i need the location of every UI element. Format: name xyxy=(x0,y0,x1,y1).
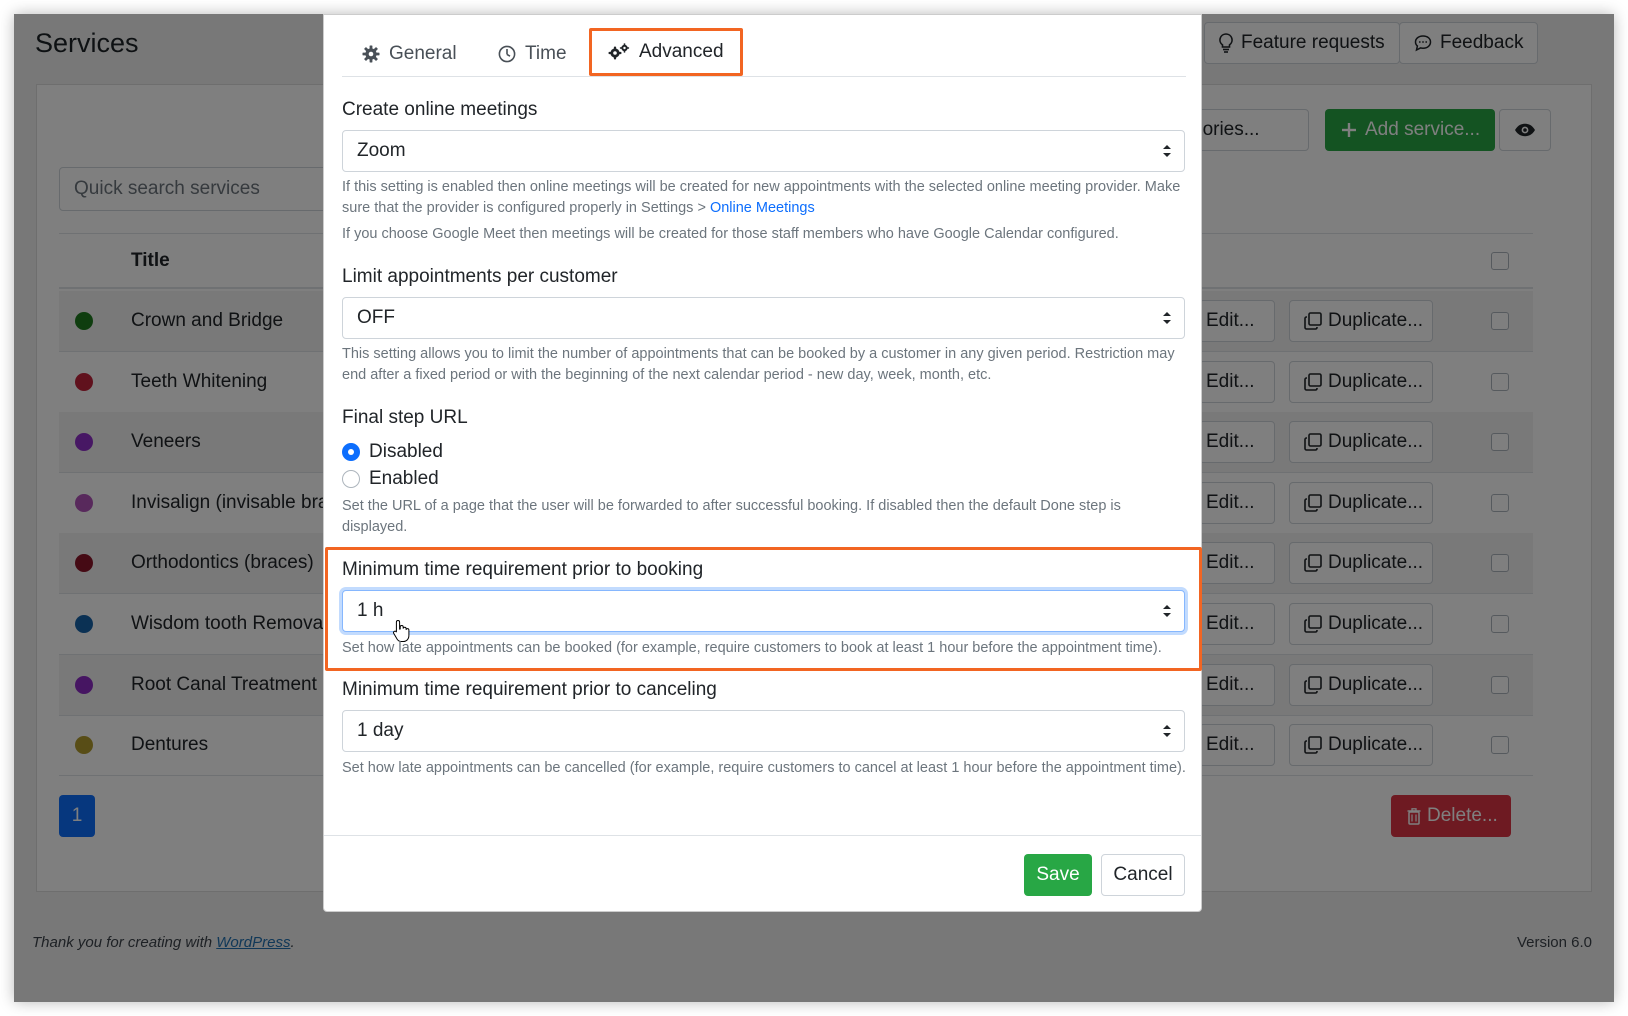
modal-tabs: General Time Advanced xyxy=(342,28,1186,77)
select-arrows-icon xyxy=(1163,605,1171,617)
online-meetings-value: Zoom xyxy=(357,140,406,161)
select-arrows-icon xyxy=(1163,725,1171,737)
limit-appointments-help: This setting allows you to limit the num… xyxy=(342,346,1175,383)
select-arrows-icon xyxy=(1163,312,1171,324)
clock-icon xyxy=(498,45,516,63)
online-meetings-select[interactable]: Zoom xyxy=(342,130,1185,172)
gear-icon xyxy=(362,45,380,63)
min-time-canceling-label: Minimum time requirement prior to cancel… xyxy=(342,679,717,700)
limit-appointments-label: Limit appointments per customer xyxy=(342,266,618,287)
gears-icon xyxy=(608,43,630,61)
cancel-button[interactable]: Cancel xyxy=(1101,854,1185,896)
limit-appointments-value: OFF xyxy=(357,307,395,328)
min-time-booking-select[interactable]: 1 h xyxy=(342,590,1185,632)
final-step-disabled-option[interactable]: Disabled xyxy=(342,441,443,463)
save-button[interactable]: Save xyxy=(1024,854,1092,896)
service-settings-modal: General Time Advanced Create online meet… xyxy=(323,14,1202,912)
final-step-enabled-option[interactable]: Enabled xyxy=(342,468,439,490)
select-arrows-icon xyxy=(1163,145,1171,157)
min-time-canceling-help: Set how late appointments can be cancell… xyxy=(342,760,1186,776)
tab-time-label: Time xyxy=(525,43,567,64)
min-time-canceling-select[interactable]: 1 day xyxy=(342,710,1185,752)
online-meetings-help-google: If you choose Google Meet then meetings … xyxy=(342,226,1119,242)
modal-footer: Save Cancel xyxy=(324,835,1201,911)
min-time-booking-label: Minimum time requirement prior to bookin… xyxy=(342,559,704,580)
min-time-canceling-value: 1 day xyxy=(357,720,404,741)
limit-appointments-select[interactable]: OFF xyxy=(342,297,1185,339)
final-step-enabled-radio[interactable] xyxy=(342,470,360,488)
tab-general[interactable]: General xyxy=(362,31,457,77)
tab-time[interactable]: Time xyxy=(498,31,567,77)
online-meetings-settings-link[interactable]: Online Meetings xyxy=(710,200,815,216)
app-window: Services Feature requests Feedback gorie… xyxy=(14,14,1614,1002)
final-step-disabled-radio[interactable] xyxy=(342,443,360,461)
online-meetings-label: Create online meetings xyxy=(342,99,538,120)
final-step-url-help: Set the URL of a page that the user will… xyxy=(342,498,1121,535)
tab-advanced[interactable]: Advanced xyxy=(589,28,743,76)
final-step-enabled-label: Enabled xyxy=(369,468,439,489)
min-time-booking-help: Set how late appointments can be booked … xyxy=(342,640,1162,656)
final-step-disabled-label: Disabled xyxy=(369,441,443,462)
min-time-booking-value: 1 h xyxy=(357,600,384,621)
tab-advanced-label: Advanced xyxy=(639,41,724,62)
final-step-url-label: Final step URL xyxy=(342,407,468,428)
tab-general-label: General xyxy=(389,43,457,64)
online-meetings-help: If this setting is enabled then online m… xyxy=(342,177,1187,219)
